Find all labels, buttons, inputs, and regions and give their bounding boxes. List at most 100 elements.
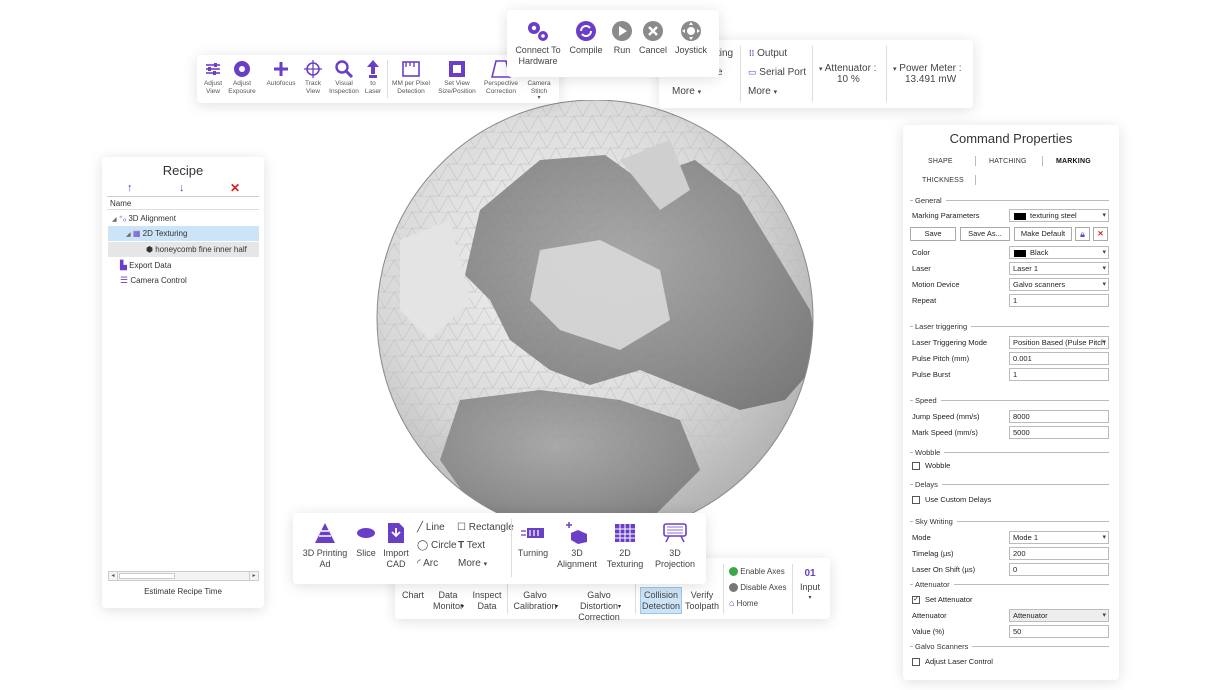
tab-shape[interactable]: SHAPE — [928, 158, 953, 165]
tab-hatching[interactable]: HATCHING — [989, 158, 1027, 165]
set-view-button[interactable]: Set View Size/Position — [435, 59, 479, 95]
delete-parameters-button[interactable]: ✕ — [1093, 227, 1108, 241]
gray-dot-icon — [729, 583, 738, 593]
2d-texturing-button[interactable]: 2D Texturing — [603, 521, 647, 570]
tree-item-2d-texturing[interactable]: ◢ ▦ 2D Texturing — [108, 226, 259, 241]
visual-inspection-button[interactable]: Visual Inspection — [328, 59, 360, 95]
color-label: Color — [912, 248, 930, 257]
mm-per-pixel-button[interactable]: MM per Pixel Detection — [391, 59, 431, 95]
tab-thickness[interactable]: THICKNESS — [922, 177, 964, 184]
inspect-data-button[interactable]: Inspect Data — [471, 590, 503, 612]
compile-button[interactable]: Compile — [567, 17, 605, 56]
attenuator-value: 10 % — [837, 74, 860, 85]
track-view-button[interactable]: Track View — [301, 59, 325, 95]
verify-toolpath-button[interactable]: Verify Toolpath — [684, 590, 720, 612]
attenuator-select[interactable]: Attenuator — [1009, 609, 1109, 622]
color-select[interactable]: Black — [1009, 246, 1109, 259]
output-button[interactable]: ⁞⁞ Output — [749, 48, 787, 59]
partial-label[interactable]: ting — [717, 48, 733, 59]
section-galvo-scanners: Galvo Scanners — [910, 642, 1109, 651]
more-right-button[interactable]: More ▾ — [748, 86, 777, 97]
make-default-button[interactable]: Make Default — [1014, 227, 1072, 241]
pulse-pitch-input[interactable]: 0.001 — [1009, 352, 1109, 365]
arc-button[interactable]: ◜ Arc — [417, 558, 438, 569]
custom-delays-checkbox[interactable]: Use Custom Delays — [912, 495, 991, 504]
estimate-recipe-time-button[interactable]: Estimate Recipe Time — [102, 587, 264, 596]
move-up-icon[interactable]: ↑ — [127, 182, 133, 194]
serial-port-button[interactable]: ▭ Serial Port — [748, 67, 806, 78]
turning-icon — [521, 528, 544, 538]
motion-device-select[interactable]: Galvo scanners — [1009, 278, 1109, 291]
more-shapes-button[interactable]: More ▾ — [458, 558, 487, 569]
pyramid-icon — [315, 523, 335, 543]
timelag-input[interactable]: 200 — [1009, 547, 1109, 560]
move-down-icon[interactable]: ↓ — [179, 182, 185, 194]
repeat-input[interactable]: 1 — [1009, 294, 1109, 307]
home-icon: ⌂ — [729, 598, 735, 608]
3d-printing-button[interactable]: 3D Printing Ad — [301, 521, 349, 570]
adjust-laser-control-checkbox[interactable]: Adjust Laser Control — [912, 657, 993, 666]
home-button[interactable]: ⌂ Home — [729, 598, 758, 609]
adjust-view-button[interactable]: Adjust View — [201, 59, 225, 95]
chart-button[interactable]: Chart — [401, 590, 425, 601]
galvo-calibration-button[interactable]: Galvo Calibration — [511, 590, 559, 612]
text-button[interactable]: T Text — [458, 540, 485, 551]
mode-label: Mode — [912, 533, 931, 542]
camera-toolbar: Adjust View Adjust Exposure Autofocus Tr… — [197, 55, 559, 103]
save-button[interactable]: Save — [910, 227, 956, 241]
save-as-button[interactable]: Save As... — [960, 227, 1010, 241]
section-sky-writing: Sky Writing — [910, 517, 1109, 526]
tab-marking[interactable]: MARKING — [1056, 158, 1091, 165]
disable-axes-button[interactable]: Disable Axes — [729, 583, 786, 593]
magnifier-icon — [335, 60, 353, 78]
camera-control-icon: ☰ — [120, 275, 129, 285]
mode-select[interactable]: Mode 1 — [1009, 531, 1109, 544]
trigger-mode-select[interactable]: Position Based (Pulse Pitch — [1009, 336, 1109, 349]
wobble-checkbox[interactable]: Wobble — [912, 461, 950, 470]
laser-on-shift-input[interactable]: 0 — [1009, 563, 1109, 576]
line-button[interactable]: ╱ Line — [417, 522, 445, 533]
attenuator-value-input[interactable]: 50 — [1009, 625, 1109, 638]
delete-icon[interactable]: ✕ — [230, 181, 240, 195]
rectangle-button[interactable]: ☐ Rectangle — [457, 522, 514, 533]
to-laser-button[interactable]: to Laser — [363, 59, 383, 95]
recipe-title: Recipe — [162, 163, 204, 178]
jump-speed-input[interactable]: 8000 — [1009, 410, 1109, 423]
galvo-distortion-button[interactable]: Galvo Distortion Correction — [567, 590, 631, 623]
collision-detection-button[interactable]: Collision Detection — [640, 587, 682, 614]
3d-projection-button[interactable]: 3D Projection — [651, 521, 699, 570]
set-attenuator-checkbox[interactable]: ✓ Set Attenuator — [912, 595, 973, 604]
3d-alignment-button[interactable]: 3D Alignment — [555, 521, 599, 570]
marking-parameters-select[interactable]: texturing steel — [1009, 209, 1109, 222]
turning-button[interactable]: Turning — [515, 521, 551, 559]
cancel-button[interactable]: Cancel — [637, 17, 669, 56]
tree-item-export-data[interactable]: ▙ Export Data — [120, 258, 171, 273]
more-left-button[interactable]: More ▾ — [672, 86, 701, 97]
connect-hardware-button[interactable]: Connect To Hardware — [513, 17, 563, 67]
projection-icon — [663, 523, 687, 543]
autofocus-button[interactable]: Autofocus — [265, 59, 297, 88]
input-button[interactable]: 01 Input ▾ — [795, 568, 825, 604]
tree-item-camera-control[interactable]: ☰ Camera Control — [120, 273, 187, 288]
run-button[interactable]: Run — [607, 17, 637, 56]
mark-speed-input[interactable]: 5000 — [1009, 426, 1109, 439]
slice-button[interactable]: Slice — [353, 521, 379, 559]
attenuator-readout[interactable]: ▾ Attenuator : — [819, 63, 876, 74]
lock-icon: 🔒︎ — [1080, 229, 1085, 239]
attenuator-label: Attenuator — [912, 611, 947, 620]
adjust-exposure-button[interactable]: Adjust Exposure — [227, 59, 257, 95]
tree-item-3d-alignment[interactable]: ◢ ⁺ₒ 3D Alignment — [112, 211, 176, 226]
tree-item-honeycomb[interactable]: ⬢ honeycomb fine inner half — [108, 242, 259, 257]
enable-axes-button[interactable]: Enable Axes — [729, 567, 785, 577]
circle-button[interactable]: ◯ Circle — [417, 540, 457, 551]
joystick-button[interactable]: Joystick — [671, 17, 711, 56]
pulse-burst-label: Pulse Burst — [912, 370, 951, 379]
laser-select[interactable]: Laser 1 — [1009, 262, 1109, 275]
horizontal-scrollbar[interactable]: ◂ ▸ — [108, 571, 259, 581]
lock-button[interactable]: 🔒︎ — [1075, 227, 1090, 241]
command-properties-panel: Command Properties SHAPE HATCHING MARKIN… — [903, 125, 1119, 680]
import-cad-button[interactable]: Import CAD — [381, 521, 411, 570]
power-meter-readout[interactable]: ▾ Power Meter : — [893, 63, 962, 74]
viewport-3d[interactable] — [340, 100, 880, 520]
pulse-burst-input[interactable]: 1 — [1009, 368, 1109, 381]
